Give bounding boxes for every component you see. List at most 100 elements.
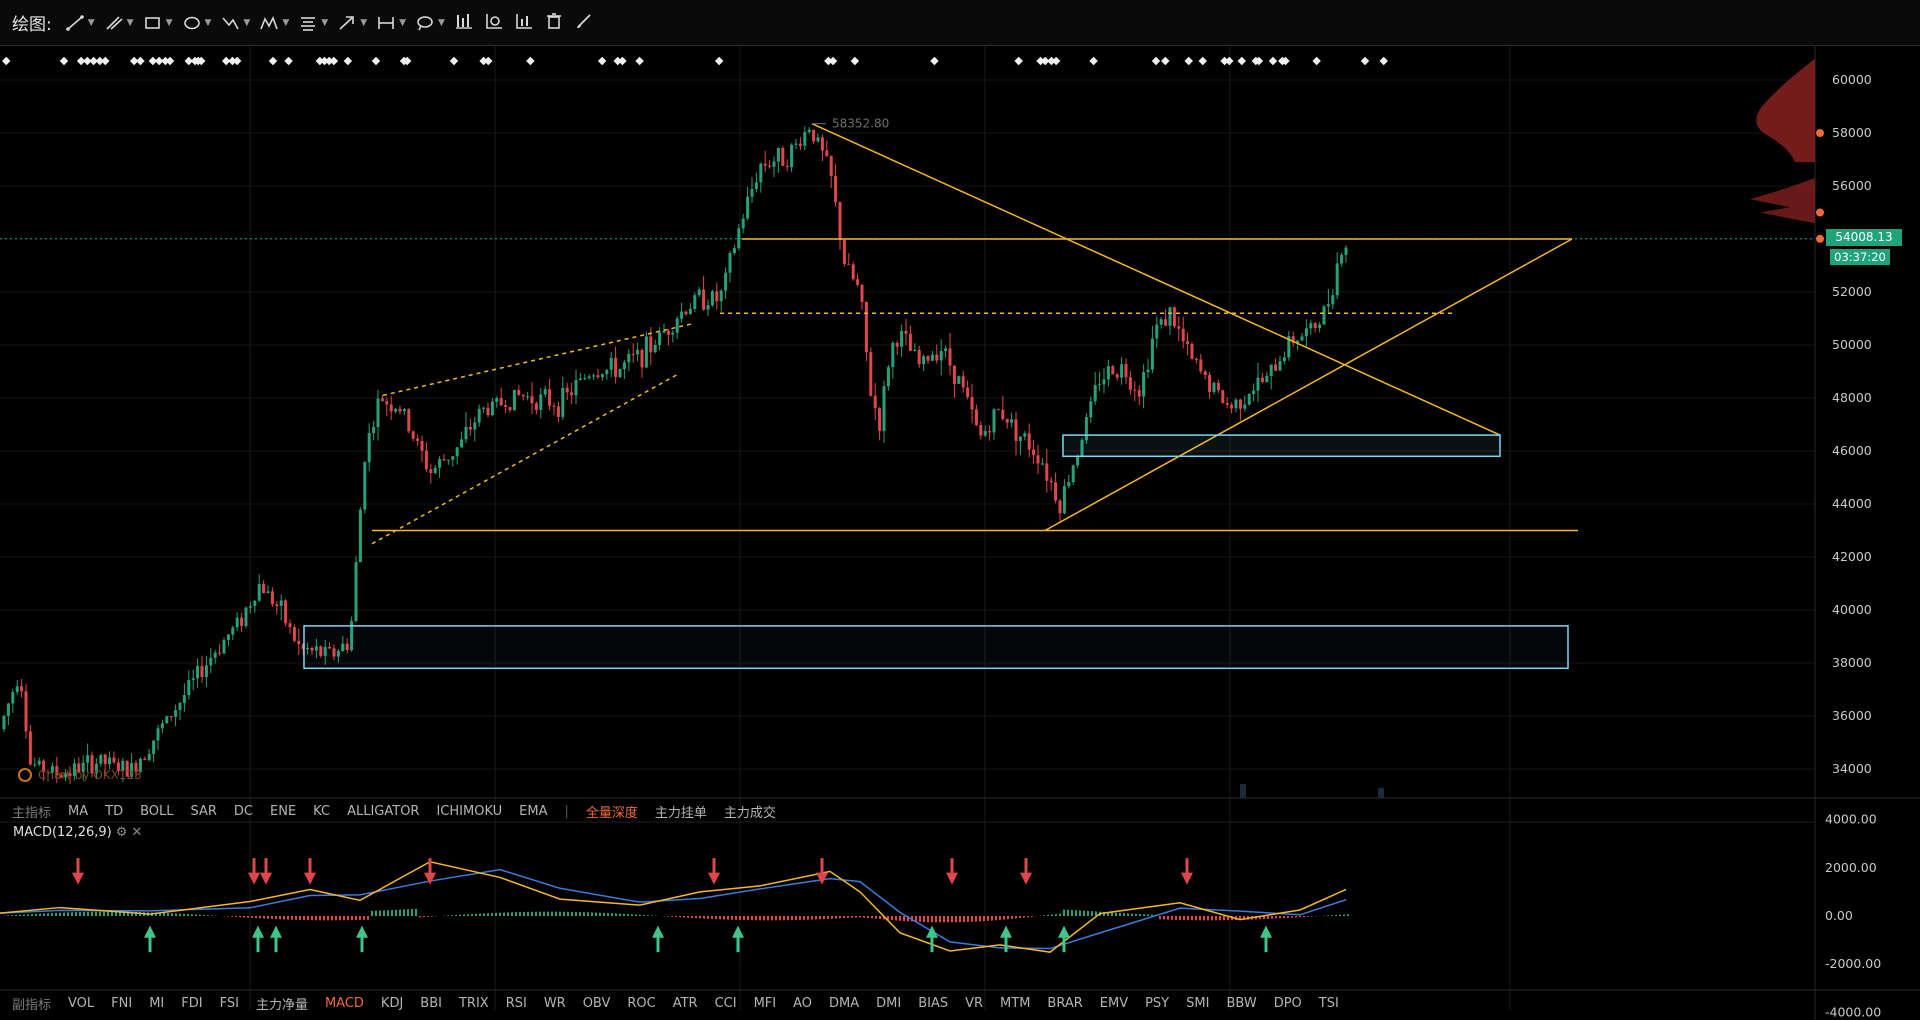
- event-marker: [714, 56, 724, 66]
- sub-indicator-13[interactable]: OBV: [583, 996, 611, 1011]
- sub-indicator-12[interactable]: WR: [544, 996, 566, 1011]
- candle-body: [288, 623, 292, 628]
- close-icon[interactable]: ✕: [131, 825, 142, 840]
- candle-body: [451, 456, 455, 460]
- main-indicator-ema[interactable]: EMA: [519, 804, 547, 819]
- sub-indicator-4[interactable]: FDI: [181, 996, 202, 1011]
- main-indicator-ene[interactable]: ENE: [270, 804, 296, 819]
- arrow-tool-button[interactable]: ▼: [338, 15, 367, 31]
- text-tool-button[interactable]: ▼: [299, 15, 328, 31]
- sub-indicator-3[interactable]: MI: [149, 996, 164, 1011]
- brush-button[interactable]: [575, 13, 593, 33]
- candle-body: [886, 367, 890, 387]
- sub-indicator-2[interactable]: FNI: [111, 996, 132, 1011]
- candle-body: [1133, 389, 1137, 391]
- measure-tool-button[interactable]: ▼: [377, 15, 406, 31]
- macd-axis-label: 2000.00: [1825, 860, 1877, 875]
- chevron-down-icon: ▼: [126, 17, 134, 28]
- sub-indicator-17[interactable]: MFI: [754, 996, 777, 1011]
- sub-indicator-18[interactable]: AO: [793, 996, 812, 1011]
- sub-indicator-24[interactable]: BRAR: [1047, 996, 1082, 1011]
- trash-button[interactable]: [545, 12, 563, 33]
- candle-body: [1115, 374, 1119, 378]
- sub-indicator-1[interactable]: VOL: [68, 996, 94, 1011]
- chevron-down-icon: ▼: [399, 17, 407, 28]
- candle-body: [1322, 306, 1326, 325]
- candle-body: [882, 386, 886, 431]
- event-marker: [597, 56, 607, 66]
- depth-dot: [1816, 129, 1824, 137]
- candle-body: [737, 228, 741, 249]
- sub-indicator-5[interactable]: FSI: [220, 996, 239, 1011]
- depth-option-2[interactable]: 主力挂单: [655, 802, 707, 821]
- main-indicator-kc[interactable]: KC: [313, 804, 330, 819]
- column-button[interactable]: [515, 13, 533, 33]
- candle-body: [429, 469, 433, 473]
- note-tool-button[interactable]: ▼: [416, 15, 445, 31]
- depth-option-3[interactable]: 主力成交: [724, 802, 776, 821]
- candle-body: [1247, 394, 1251, 405]
- pen-tool-button[interactable]: ▼: [105, 15, 134, 31]
- sub-indicator-22[interactable]: VR: [965, 996, 983, 1011]
- sub-indicator-29[interactable]: DPO: [1274, 996, 1302, 1011]
- main-indicator-ma[interactable]: MA: [68, 804, 88, 819]
- chart-settings-button[interactable]: [485, 13, 503, 33]
- candle-body: [600, 374, 604, 378]
- sub-indicator-16[interactable]: CCI: [715, 996, 737, 1011]
- bar-chart-icon: [455, 13, 472, 29]
- sub-indicator-30[interactable]: TSI: [1319, 996, 1339, 1011]
- candle-body: [398, 408, 402, 412]
- candle-body: [1018, 436, 1022, 441]
- main-indicator-dc[interactable]: DC: [234, 804, 253, 819]
- sub-indicator-27[interactable]: SMI: [1186, 996, 1209, 1011]
- candle-body: [732, 248, 736, 254]
- sub-indicator-25[interactable]: EMV: [1100, 996, 1128, 1011]
- candlestick-chart[interactable]: 58352.80 6000058000560005400052000500004…: [0, 46, 1920, 1020]
- gear-icon[interactable]: ⚙: [116, 825, 128, 840]
- pattern-tool-button[interactable]: ▼: [260, 15, 289, 31]
- candle-body: [684, 311, 688, 315]
- main-indicator-boll[interactable]: BOLL: [140, 804, 173, 819]
- candle-body: [1040, 463, 1044, 465]
- sub-indicator-10[interactable]: TRIX: [459, 996, 489, 1011]
- sub-indicator-9[interactable]: BBI: [420, 996, 442, 1011]
- main-indicator-sar[interactable]: SAR: [191, 804, 217, 819]
- candle-body: [28, 731, 32, 765]
- sub-indicator-7[interactable]: MACD: [325, 996, 364, 1011]
- candle-body: [609, 357, 613, 370]
- rectangle-tool-button[interactable]: ▼: [144, 15, 173, 31]
- candle-body: [697, 289, 701, 296]
- candle-body: [244, 607, 248, 626]
- main-indicator-td[interactable]: TD: [105, 804, 123, 819]
- macd-dif-line: [0, 860, 1347, 953]
- candle-body: [1168, 307, 1172, 326]
- sub-indicator-6[interactable]: 主力净量: [256, 994, 308, 1013]
- circle-tool-button[interactable]: ▼: [183, 15, 211, 31]
- fib-tool-button[interactable]: ▼: [221, 15, 250, 31]
- candle-body: [710, 291, 714, 306]
- sub-indicator-23[interactable]: MTM: [1000, 996, 1030, 1011]
- sub-indicator-19[interactable]: DMA: [829, 996, 859, 1011]
- price-axis-label: 38000: [1832, 655, 1872, 670]
- sub-indicator-21[interactable]: BIAS: [918, 996, 948, 1011]
- sub-indicator-14[interactable]: ROC: [627, 996, 655, 1011]
- bar-chart-button[interactable]: [455, 13, 473, 33]
- sub-indicator-28[interactable]: BBW: [1226, 996, 1256, 1011]
- sub-indicator-20[interactable]: DMI: [876, 996, 901, 1011]
- sub-indicator-15[interactable]: ATR: [673, 996, 698, 1011]
- candle-body: [829, 156, 833, 177]
- sub-indicator-11[interactable]: RSI: [506, 996, 527, 1011]
- sub-indicator-26[interactable]: PSY: [1145, 996, 1169, 1011]
- sub-indicator-group-label: 副指标: [12, 997, 52, 1013]
- depth-option-1[interactable]: 全量深度: [586, 802, 638, 821]
- candle-body: [1252, 390, 1256, 395]
- main-indicator-alligator[interactable]: ALLIGATOR: [347, 804, 419, 819]
- event-marker: [850, 56, 860, 66]
- candle-body: [1335, 263, 1339, 296]
- line-tool-button[interactable]: ▼: [65, 14, 95, 31]
- sub-indicator-8[interactable]: KDJ: [381, 996, 403, 1011]
- candle-body: [486, 407, 490, 416]
- candle-body: [548, 389, 552, 406]
- main-indicator-ichimoku[interactable]: ICHIMOKU: [436, 804, 502, 819]
- event-marker: [329, 56, 339, 66]
